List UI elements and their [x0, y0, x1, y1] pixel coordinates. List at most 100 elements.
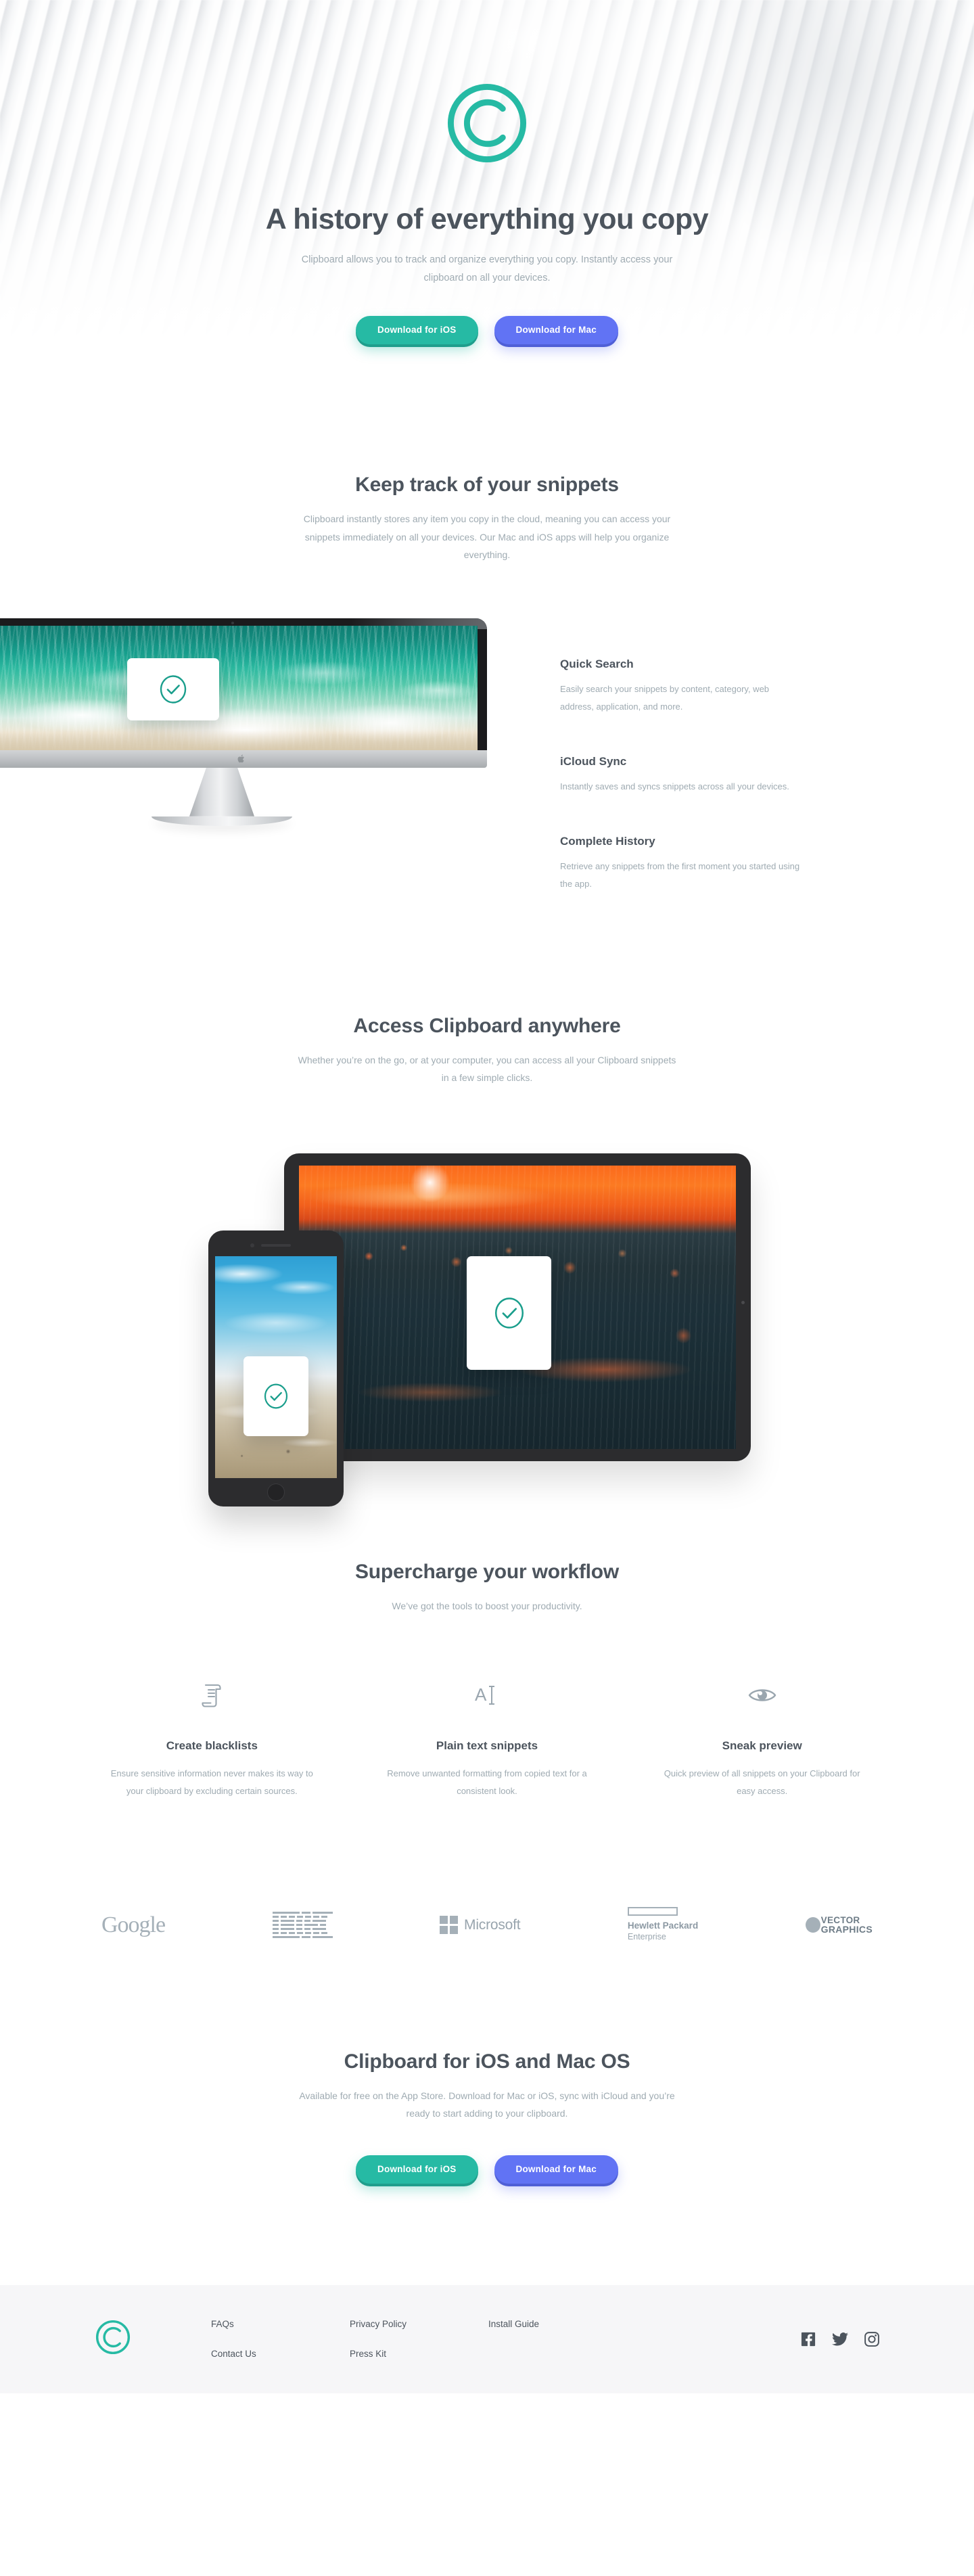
plain-text-icon: A: [374, 1680, 601, 1711]
footer-link-press-kit[interactable]: Press Kit: [350, 2349, 488, 2359]
sponsor-logos-row: Google Microsoft Hewlett Packard Enterpr…: [0, 1902, 974, 1949]
hpe-bar-mark: [627, 1907, 678, 1916]
tool-create-blacklists: Create blacklists Ensure sensitive infor…: [74, 1680, 350, 1800]
feature-complete-history: Complete History Retrieve any snippets f…: [560, 835, 974, 893]
vector-graphics-logo: VECTOR GRAPHICS: [805, 1914, 873, 1935]
feature-title: Complete History: [560, 834, 655, 848]
tool-title: Create blacklists: [166, 1739, 258, 1752]
snippets-feature-list: Quick Search Easily search your snippets…: [492, 618, 974, 893]
snippets-section: Keep track of your snippets Clipboard in…: [0, 419, 974, 893]
snippet-saved-popup: [467, 1256, 551, 1370]
hero-button-row: Download for iOS Download for Mac: [0, 315, 974, 344]
hpe-line-2: Enterprise: [627, 1932, 666, 1942]
iphone-beach-wallpaper: [215, 1256, 337, 1478]
tool-text: Ensure sensitive information never makes…: [110, 1768, 313, 1796]
cta-heading-block: Clipboard for iOS and Mac OS Available f…: [0, 2050, 974, 2123]
download-mac-button[interactable]: Download for Mac: [494, 315, 618, 344]
brand-logo: [0, 81, 974, 165]
iphone-camera-icon: [250, 1243, 254, 1247]
vg-line-2: GRAPHICS: [820, 1924, 873, 1935]
tool-plain-text-snippets: A Plain text snippets Remove unwanted fo…: [350, 1680, 625, 1800]
cta-button-row: Download for iOS Download for Mac: [0, 2155, 974, 2184]
check-circle-icon: [264, 1383, 288, 1409]
svg-text:A: A: [475, 1684, 487, 1705]
tool-title: Sneak preview: [722, 1739, 802, 1752]
access-section: Access Clipboard anywhere Whether you’re…: [0, 893, 974, 1506]
cta-subtitle: Available for free on the App Store. Dow…: [299, 2090, 675, 2119]
vg-line-1: VECTOR: [820, 1914, 860, 1925]
blacklist-scroll-icon: [99, 1680, 325, 1711]
supercharge-heading-block: Supercharge your workflow We’ve got the …: [0, 1561, 974, 1615]
social-links: [801, 2331, 947, 2347]
footer-link-faqs[interactable]: FAQs: [211, 2320, 350, 2329]
microsoft-wordmark: Microsoft: [464, 1916, 521, 1933]
download-mac-button[interactable]: Download for Mac: [494, 2155, 618, 2184]
clipboard-c-logo-icon: [95, 2320, 131, 2355]
feature-text: Instantly saves and syncs snippets acros…: [560, 781, 789, 791]
access-subtitle: Whether you’re on the go, or at your com…: [298, 1054, 676, 1084]
supercharge-section: Supercharge your workflow We’ve got the …: [0, 1473, 974, 1800]
vg-dot-mark: [805, 1917, 820, 1933]
logo-hp-enterprise: Hewlett Packard Enterprise: [627, 1907, 699, 1943]
logo-vector-graphics: VECTOR GRAPHICS: [805, 1914, 873, 1935]
footer-link-contact-us[interactable]: Contact Us: [211, 2349, 350, 2359]
hero-section: A history of everything you copy Clipboa…: [0, 0, 974, 419]
hpe-line-1: Hewlett Packard: [627, 1920, 699, 1931]
snippet-saved-popup: [127, 658, 219, 720]
snippets-heading-block: Keep track of your snippets Clipboard in…: [0, 474, 974, 564]
imac-stand-base: [152, 816, 292, 826]
footer-nav: FAQs Contact Us Privacy Policy Press Kit…: [211, 2320, 590, 2358]
feature-text: Retrieve any snippets from the first mom…: [560, 860, 800, 889]
social-link-facebook[interactable]: [801, 2332, 816, 2347]
hp-enterprise-logo: Hewlett Packard Enterprise: [627, 1907, 699, 1943]
iphone-device: [208, 1230, 344, 1506]
tool-text: Remove unwanted formatting from copied t…: [387, 1768, 587, 1796]
snippets-subtitle: Clipboard instantly stores any item you …: [303, 513, 671, 561]
supercharge-title: Supercharge your workflow: [354, 1560, 620, 1583]
devices-illustration: [0, 1148, 974, 1506]
iphone-speaker: [261, 1243, 291, 1247]
eye-preview-icon: [649, 1680, 875, 1711]
social-link-instagram[interactable]: [864, 2331, 879, 2347]
footer-link-install-guide[interactable]: Install Guide: [488, 2320, 590, 2329]
tool-sneak-preview: Sneak preview Quick preview of all snipp…: [624, 1680, 900, 1800]
imac-screen-bezel: [0, 618, 487, 750]
feature-icloud-sync: iCloud Sync Instantly saves and syncs sn…: [560, 755, 974, 796]
feature-text: Easily search your snippets by content, …: [560, 683, 770, 712]
feature-title: iCloud Sync: [560, 754, 627, 768]
snippets-title: Keep track of your snippets: [355, 474, 619, 496]
tool-text: Quick preview of all snippets on your Cl…: [664, 1768, 860, 1796]
snippet-saved-popup: [244, 1356, 308, 1436]
imac-ocean-wallpaper: [0, 625, 478, 750]
microsoft-logo: [440, 1916, 459, 1935]
ipad-sunset-wallpaper: [299, 1165, 736, 1449]
tools-row: Create blacklists Ensure sensitive infor…: [0, 1680, 974, 1800]
feature-title: Quick Search: [560, 657, 634, 670]
twitter-icon: [832, 2332, 848, 2346]
ipad-camera-icon: [741, 1300, 745, 1304]
logo-microsoft: Microsoft: [440, 1916, 521, 1935]
supercharge-subtitle: We’ve got the tools to boost your produc…: [392, 1600, 582, 1611]
imac-camera-icon: [231, 621, 234, 624]
feature-quick-search: Quick Search Easily search your snippets…: [560, 658, 974, 716]
iphone-home-button: [267, 1483, 285, 1501]
clipboard-c-logo-icon: [447, 83, 527, 163]
imac-chin: [0, 750, 487, 768]
social-link-twitter[interactable]: [832, 2332, 848, 2346]
google-logo: Google: [101, 1912, 166, 1937]
tool-title: Plain text snippets: [436, 1739, 538, 1752]
imac-illustration: [0, 618, 492, 826]
footer-brand-logo[interactable]: [95, 2319, 131, 2359]
cta-title: Clipboard for iOS and Mac OS: [344, 2050, 630, 2073]
check-circle-icon: [160, 675, 187, 704]
imac-stand-neck: [189, 767, 254, 816]
download-ios-button[interactable]: Download for iOS: [356, 315, 478, 344]
check-circle-icon: [494, 1297, 524, 1329]
footer-link-privacy-policy[interactable]: Privacy Policy: [350, 2320, 488, 2329]
site-footer: FAQs Contact Us Privacy Policy Press Kit…: [0, 2284, 974, 2393]
access-heading-block: Access Clipboard anywhere Whether you’re…: [0, 1015, 974, 1087]
page-title: A history of everything you copy: [265, 203, 709, 235]
download-ios-button[interactable]: Download for iOS: [356, 2155, 478, 2184]
logo-ibm: [272, 1911, 333, 1939]
access-title: Access Clipboard anywhere: [353, 1014, 621, 1037]
